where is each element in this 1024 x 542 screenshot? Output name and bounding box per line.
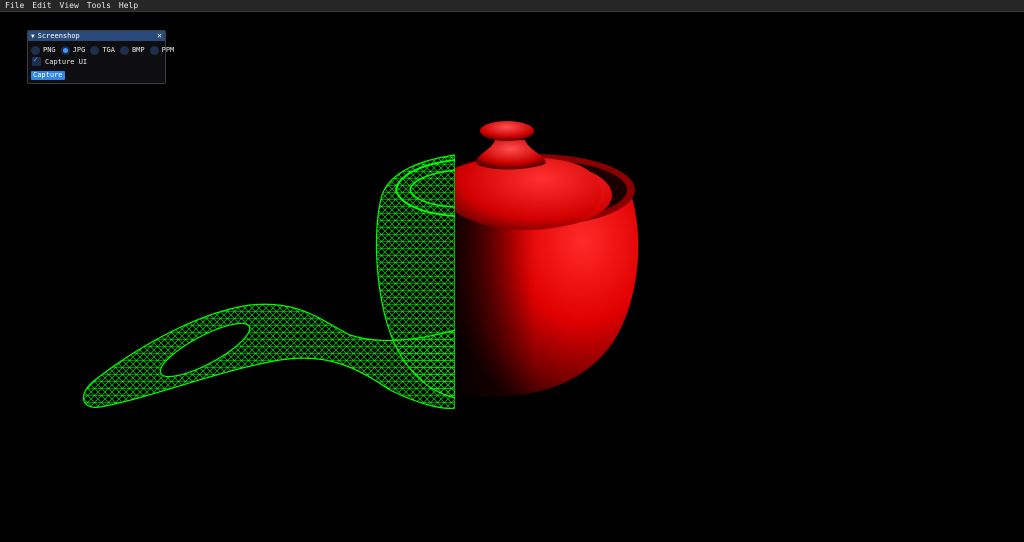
capture-ui-checkbox[interactable]: ✓ xyxy=(32,55,41,66)
format-radio-group: PNG JPG TGA BMP PPM xyxy=(28,41,174,55)
radio-circle-icon xyxy=(60,45,70,55)
panel-title-bar[interactable]: ▼ Screenshop ✕ xyxy=(28,31,165,41)
radio-png[interactable]: PNG xyxy=(31,45,56,55)
radio-label: PNG xyxy=(43,46,56,54)
radio-circle-icon xyxy=(149,45,159,55)
capture-ui-checkbox-row[interactable]: ✓ Capture UI xyxy=(28,55,165,66)
wireframe-teapot-half xyxy=(83,154,455,410)
radio-tga[interactable]: TGA xyxy=(90,45,115,55)
radio-label: JPG xyxy=(72,46,86,54)
triangle-down-icon[interactable]: ▼ xyxy=(31,33,35,40)
close-icon[interactable]: ✕ xyxy=(157,32,162,40)
3d-viewport[interactable] xyxy=(0,12,1024,542)
radio-ppm[interactable]: PPM xyxy=(149,45,175,55)
checkmark-icon: ✓ xyxy=(33,55,39,65)
radio-jpg[interactable]: JPG xyxy=(60,45,86,55)
radio-circle-icon xyxy=(119,45,129,55)
radio-label: PPM xyxy=(161,46,175,54)
radio-circle-icon xyxy=(90,45,100,55)
radio-label: BMP xyxy=(131,46,145,54)
solid-teapot-half xyxy=(455,121,639,410)
radio-circle-icon xyxy=(31,45,40,55)
screenshot-panel: ▼ Screenshop ✕ PNG JPG TGA BMP PPM ✓ Cap… xyxy=(27,30,174,84)
radio-bmp[interactable]: BMP xyxy=(119,45,145,55)
capture-button[interactable]: Capture xyxy=(31,71,65,80)
radio-label: TGA xyxy=(102,46,115,54)
capture-ui-label: Capture UI xyxy=(45,57,88,66)
panel-title: Screenshop xyxy=(37,32,80,40)
